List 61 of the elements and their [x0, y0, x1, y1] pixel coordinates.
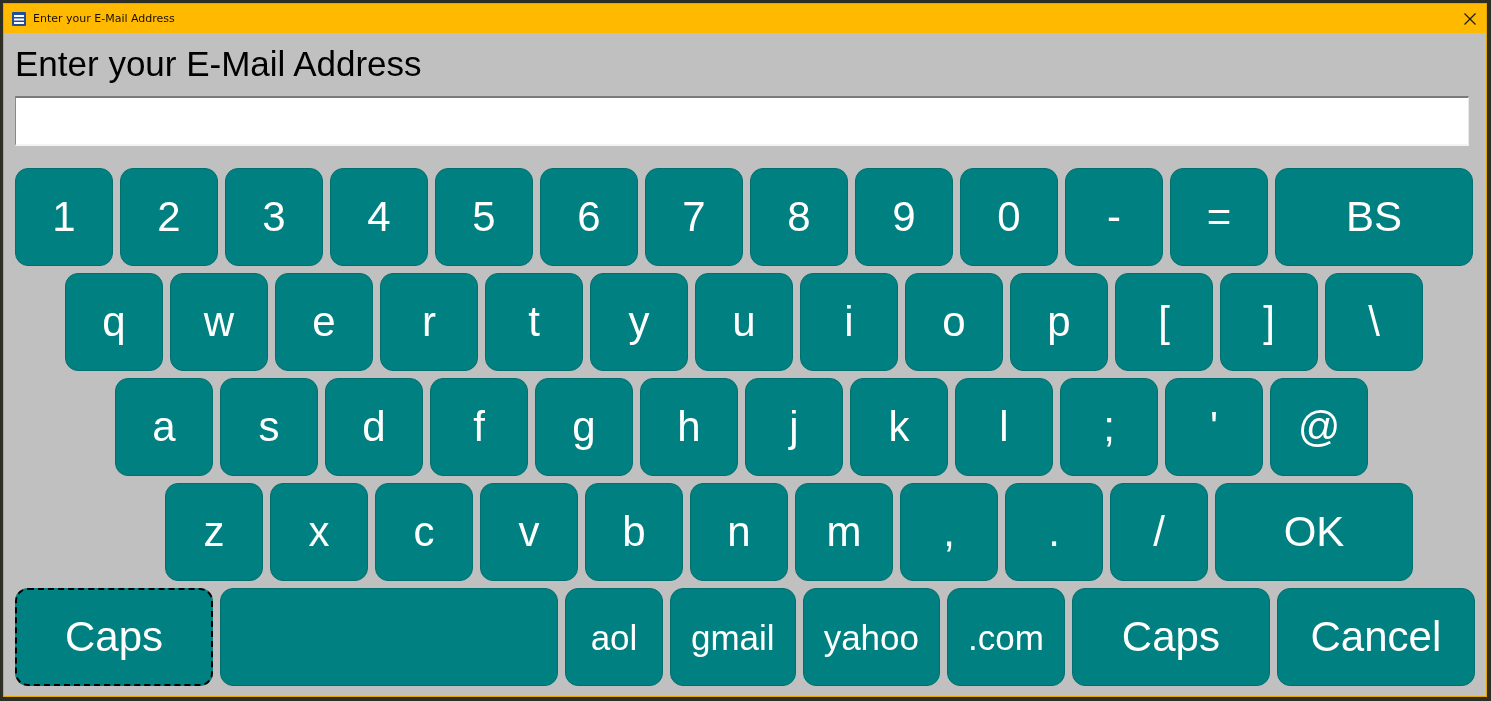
domain-key[interactable]: yahoo [802, 588, 940, 686]
keyboard-key[interactable]: ; [1060, 378, 1158, 476]
close-icon[interactable] [1464, 12, 1476, 25]
keyboard-key[interactable]: 3 [225, 168, 323, 266]
keyboard-key[interactable]: BS [1275, 168, 1473, 266]
keyboard-key[interactable]: Caps [15, 588, 213, 686]
keyboard-key[interactable]: Caps [1071, 588, 1270, 686]
keyboard-key[interactable]: q [65, 273, 163, 371]
keyboard-key[interactable]: OK [1215, 483, 1413, 581]
keyboard-key[interactable]: v [480, 483, 578, 581]
keyboard-key[interactable]: 5 [435, 168, 533, 266]
keyboard-key[interactable]: u [695, 273, 793, 371]
keyboard-key[interactable]: z [165, 483, 263, 581]
keyboard-key[interactable]: n [690, 483, 788, 581]
keyboard-key[interactable]: . [1005, 483, 1103, 581]
keyboard-key[interactable]: l [955, 378, 1053, 476]
keyboard-key[interactable]: 7 [645, 168, 743, 266]
keyboard-key[interactable]: x [270, 483, 368, 581]
keyboard-key[interactable]: t [485, 273, 583, 371]
keyboard-key[interactable]: b [585, 483, 683, 581]
keyboard-key[interactable]: i [800, 273, 898, 371]
keyboard-key[interactable]: 4 [330, 168, 428, 266]
keyboard-key[interactable]: 9 [855, 168, 953, 266]
keyboard-key[interactable]: 8 [750, 168, 848, 266]
keyboard-key[interactable]: = [1170, 168, 1268, 266]
keyboard-key[interactable]: r [380, 273, 478, 371]
keyboard-key[interactable]: 0 [960, 168, 1058, 266]
keyboard-key[interactable]: j [745, 378, 843, 476]
keyboard-key[interactable]: h [640, 378, 738, 476]
domain-key[interactable]: gmail [670, 588, 796, 686]
keyboard-key[interactable]: ] [1220, 273, 1318, 371]
keyboard-key[interactable]: 6 [540, 168, 638, 266]
email-input-field[interactable] [15, 96, 1469, 146]
keyboard-key[interactable]: 2 [120, 168, 218, 266]
keyboard-key[interactable]: d [325, 378, 423, 476]
keyboard-key[interactable]: 1 [15, 168, 113, 266]
keyboard-key[interactable]: \ [1325, 273, 1423, 371]
keyboard-key[interactable]: m [795, 483, 893, 581]
keyboard-key[interactable]: / [1110, 483, 1208, 581]
keyboard-key[interactable]: ' [1165, 378, 1263, 476]
keyboard-key[interactable]: g [535, 378, 633, 476]
keyboard-key[interactable]: s [220, 378, 318, 476]
keyboard-key[interactable]: a [115, 378, 213, 476]
keyboard-key[interactable]: p [1010, 273, 1108, 371]
keyboard-key[interactable]: [ [1115, 273, 1213, 371]
keyboard-key[interactable]: e [275, 273, 373, 371]
keyboard-key[interactable]: y [590, 273, 688, 371]
keyboard-key[interactable]: c [375, 483, 473, 581]
keyboard-key[interactable]: o [905, 273, 1003, 371]
window-title: Enter your E-Mail Address [33, 12, 176, 25]
keyboard-key[interactable]: - [1065, 168, 1163, 266]
keyboard-key[interactable]: @ [1270, 378, 1368, 476]
domain-key[interactable]: .com [947, 588, 1065, 686]
prompt-heading: Enter your E-Mail Address [15, 44, 422, 84]
keyboard-key[interactable]: , [900, 483, 998, 581]
keyboard-key[interactable]: k [850, 378, 948, 476]
domain-key[interactable]: aol [565, 588, 663, 686]
list-window-icon [12, 11, 26, 26]
keyboard-key[interactable]: w [170, 273, 268, 371]
keyboard-key[interactable]: Cancel [1276, 588, 1475, 686]
keyboard-key[interactable]: f [430, 378, 528, 476]
